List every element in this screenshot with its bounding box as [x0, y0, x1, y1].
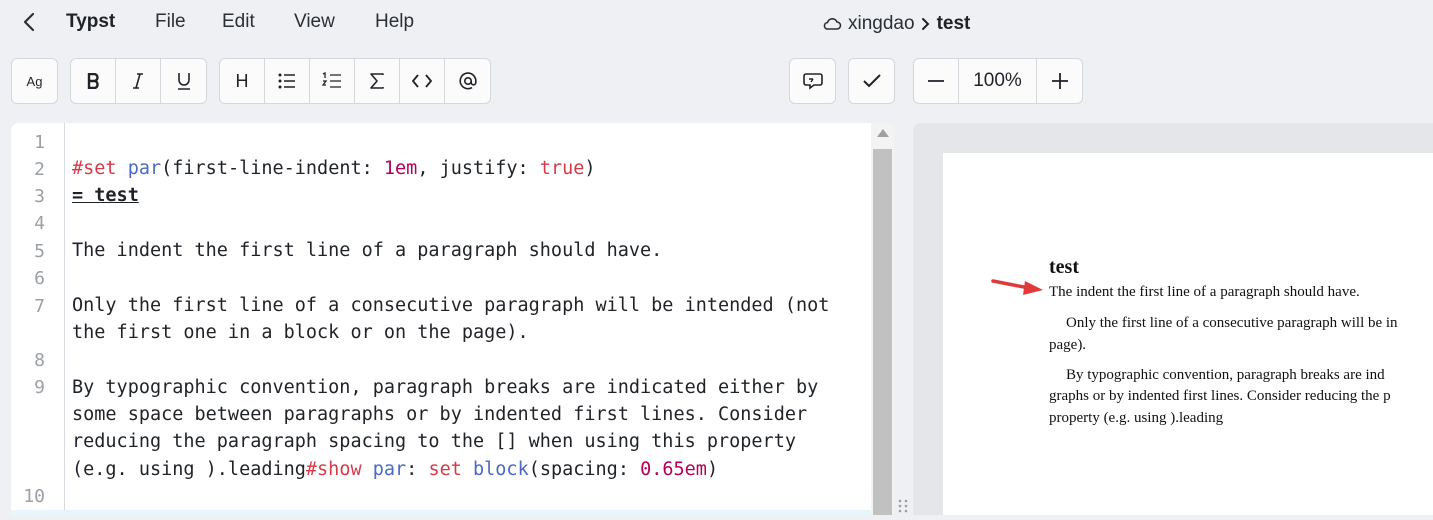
code-line-9c: reducing the paragraph spacing to the []… — [72, 431, 796, 452]
code-token: #set — [72, 158, 117, 179]
bold-icon — [87, 73, 99, 89]
code-token: block — [473, 459, 529, 480]
underline-button[interactable] — [161, 59, 206, 103]
preview-pane[interactable]: test The indent the first line of a para… — [913, 123, 1433, 515]
menu-edit[interactable]: Edit — [222, 11, 255, 33]
code-line-7a: Only the first line of a consecutive par… — [72, 295, 830, 316]
app-name: Typst — [66, 11, 116, 32]
code-token: ) — [584, 158, 596, 179]
code-token: ) — [706, 459, 719, 480]
chevron-right-icon — [921, 18, 929, 30]
preview-page: test The indent the first line of a para… — [943, 153, 1433, 515]
code-line-9a: By typographic convention, paragraph bre… — [72, 377, 819, 398]
at-icon — [458, 72, 477, 90]
line-number: 6 — [34, 268, 45, 289]
breadcrumb: xingdao test — [822, 13, 970, 35]
code-token: true — [539, 158, 585, 179]
scroll-up-arrow-icon[interactable] — [877, 129, 889, 137]
heading-button[interactable]: H — [220, 59, 265, 103]
bullet-list-button[interactable] — [265, 59, 310, 103]
font-group: Ag — [11, 58, 58, 104]
annotation-arrow-icon — [991, 279, 1043, 295]
plus-icon — [1051, 73, 1068, 89]
sigma-icon — [370, 73, 384, 89]
chevron-left-icon — [23, 12, 35, 32]
line-number: 7 — [34, 296, 45, 317]
preview-line: By typographic convention, paragraph bre… — [1066, 367, 1385, 383]
line-number: 10 — [23, 486, 45, 507]
code-line-7b: the first one in a block or on the page)… — [72, 322, 529, 343]
numbered-list-icon — [322, 72, 341, 88]
file-name[interactable]: test — [937, 13, 971, 35]
line-number-gutter: 1 2 3 4 5 6 7 8 9 10 — [11, 123, 65, 515]
code-token: , justify: — [417, 158, 540, 179]
zoom-in-button[interactable] — [1037, 59, 1082, 103]
code-token: (spacing: — [528, 459, 641, 480]
bullet-list-icon — [278, 73, 295, 89]
code-token: (first-line-indent: — [161, 158, 384, 179]
code-icon — [412, 74, 432, 88]
code-token: 1em — [383, 158, 418, 179]
code-token: par — [127, 158, 162, 179]
code-line-5: The indent the first line of a paragraph… — [72, 240, 663, 261]
code-button[interactable] — [400, 59, 445, 103]
insert-group: H — [219, 58, 491, 104]
format-group — [70, 58, 207, 104]
code-token: par — [372, 459, 407, 480]
preview-line: Only the first line of a consecutive par… — [1066, 315, 1398, 331]
zoom-group: 100% — [913, 58, 1083, 104]
code-line-2: #set par(first-line-indent: 1em, justify… — [72, 158, 596, 179]
code-token: 0.65em — [640, 459, 707, 480]
line-number: 5 — [34, 241, 45, 262]
italic-button[interactable] — [116, 59, 161, 103]
comment-button[interactable] — [790, 59, 835, 103]
line-number: 2 — [34, 159, 45, 180]
zoom-level[interactable]: 100% — [959, 59, 1037, 103]
check-group — [848, 58, 895, 104]
drag-handle-icon — [898, 499, 908, 513]
check-icon — [862, 74, 881, 88]
math-button[interactable] — [355, 59, 400, 103]
preview-line: graphs or by indented first lines. Consi… — [1049, 388, 1391, 404]
underline-icon — [177, 73, 190, 90]
comment-icon — [802, 73, 823, 90]
menu-view[interactable]: View — [294, 11, 335, 33]
preview-line: The indent the first line of a paragraph… — [1049, 284, 1360, 300]
preview-line: page). — [1049, 337, 1087, 353]
code-editor[interactable]: 1 2 3 4 5 6 7 8 9 10 #set par(first-line… — [11, 123, 894, 515]
cloud-icon — [823, 18, 842, 30]
code-token: : — [406, 459, 429, 480]
preview-title: test — [1049, 256, 1079, 278]
minus-icon — [928, 80, 944, 82]
line-number: 9 — [34, 377, 45, 398]
mention-button[interactable] — [445, 59, 490, 103]
code-token: (e.g. using ).leading — [72, 459, 306, 480]
check-button[interactable] — [849, 59, 894, 103]
line-number: 3 — [34, 186, 45, 207]
menu-file[interactable]: File — [155, 11, 186, 33]
line-number: 1 — [34, 132, 45, 153]
code-token: set — [428, 459, 462, 480]
comment-group — [789, 58, 836, 104]
menubar: Typst File Edit View Help xingdao test — [0, 0, 1433, 46]
font-button[interactable]: Ag — [12, 59, 57, 103]
back-button[interactable] — [18, 10, 40, 34]
editor-highlight-strip — [11, 510, 871, 515]
code-line-9d: (e.g. using ).leading#show par: set bloc… — [72, 459, 718, 480]
preview-line: property (e.g. using ).leading — [1049, 410, 1224, 426]
italic-icon — [133, 73, 143, 89]
menu-help[interactable]: Help — [375, 11, 414, 33]
pane-splitter[interactable] — [897, 497, 909, 515]
code-line-9b: some space between paragraphs or by inde… — [72, 404, 808, 425]
editor-scrollbar[interactable] — [871, 123, 894, 515]
line-number: 8 — [34, 350, 45, 371]
project-name[interactable]: xingdao — [848, 13, 915, 35]
numbered-list-button[interactable] — [310, 59, 355, 103]
code-token: #show — [305, 459, 362, 480]
scroll-thumb[interactable] — [873, 149, 892, 515]
zoom-out-button[interactable] — [914, 59, 959, 103]
bold-button[interactable] — [71, 59, 116, 103]
line-number: 4 — [34, 213, 45, 234]
code-line-3: = test — [72, 185, 139, 206]
